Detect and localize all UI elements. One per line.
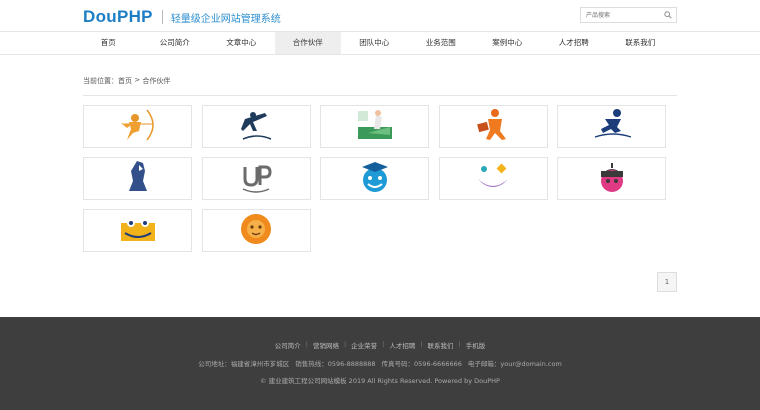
- footer-email: 电子邮箱：your@domain.com: [467, 360, 562, 368]
- footer-links: 公司简介 | 营销网络 | 企业荣誉 | 人才招聘 | 联系我们 | 手机版: [0, 340, 760, 350]
- partner-logo-card[interactable]: [201, 157, 311, 200]
- up-smile-icon: [231, 159, 281, 199]
- partner-logo-card[interactable]: [320, 157, 429, 200]
- blue-standing-figure-icon: [113, 159, 163, 199]
- nav-item[interactable]: 团队中心: [341, 32, 408, 54]
- breadcrumb-prefix: 当前位置：: [83, 77, 118, 85]
- footer-link[interactable]: 营销网络: [313, 340, 339, 350]
- nav-item[interactable]: 公司简介: [142, 32, 209, 54]
- footer-copyright: © 建业建筑工程公司网站模板 2019 All Rights Reserved.…: [260, 377, 500, 385]
- page-button[interactable]: 1: [657, 272, 677, 292]
- navy-sprinter-icon: [231, 107, 281, 147]
- footer-link[interactable]: 公司简介: [275, 340, 301, 350]
- footer-link[interactable]: 联系我们: [428, 340, 454, 350]
- partner-logo-card[interactable]: [83, 209, 192, 252]
- product-search: [580, 7, 677, 23]
- nav-item[interactable]: 案例中心: [474, 32, 541, 54]
- smiley-face-icon: [468, 159, 518, 199]
- footer-link[interactable]: 手机版: [466, 340, 486, 350]
- acorn-face-icon: [587, 159, 637, 199]
- nav-item[interactable]: 合作伙伴: [274, 32, 341, 54]
- breadcrumb-home-link[interactable]: 首页: [118, 76, 132, 86]
- site-logo[interactable]: DouPHP 轻量级企业网站管理系统: [83, 6, 281, 28]
- footer-link[interactable]: 企业荣誉: [351, 340, 377, 350]
- partner-logo-card[interactable]: [201, 105, 311, 148]
- footer-link-separator: |: [420, 340, 423, 348]
- footer-link[interactable]: 人才招聘: [389, 340, 415, 350]
- footer-address: 公司地址：福建省漳州市芗城区: [198, 360, 290, 368]
- blue-runner-icon: [587, 107, 637, 147]
- nav-item[interactable]: 业务范围: [408, 32, 475, 54]
- footer-contact: 公司地址：福建省漳州市芗城区 销售热线：0596-8888888 传真号码：05…: [0, 358, 760, 368]
- green-landscape-figure-icon: [350, 107, 400, 147]
- logo-wordmark: DouPHP: [83, 7, 153, 26]
- nav-item[interactable]: 文章中心: [208, 32, 275, 54]
- orange-runner-with-bag-icon: [468, 107, 518, 147]
- logo-divider: [161, 10, 163, 24]
- nav-item[interactable]: 人才招聘: [541, 32, 608, 54]
- partner-logo-card[interactable]: [438, 105, 548, 148]
- footer-link-separator: |: [382, 340, 385, 348]
- partner-logo-card[interactable]: [201, 209, 311, 252]
- search-input[interactable]: [581, 8, 661, 22]
- nav-item[interactable]: 首页: [75, 32, 142, 54]
- partner-logo-card[interactable]: [557, 157, 666, 200]
- breadcrumb-separator: >: [132, 76, 143, 84]
- breadcrumb-current: 合作伙伴: [142, 77, 171, 85]
- footer-fax: 传真号码：0596-6666666: [381, 360, 462, 368]
- footer-hotline: 销售热线：0596-8888888: [295, 360, 376, 368]
- graduate-smiley-icon: [350, 159, 400, 199]
- breadcrumb-divider: [83, 95, 677, 96]
- footer-link-separator: |: [343, 340, 347, 348]
- breadcrumb: 当前位置： 首页 > 合作伙伴: [83, 76, 170, 86]
- main-nav: 首页 公司简介 文章中心 合作伙伴 团队中心 业务范围 案例中心 人才招聘 联系我们: [0, 31, 760, 55]
- orange-archer-icon: [113, 107, 163, 147]
- site-header: DouPHP 轻量级企业网站管理系统: [0, 0, 760, 32]
- orange-lion-icon: [231, 211, 281, 251]
- nav-item[interactable]: 联系我们: [607, 32, 674, 54]
- partner-logo-card[interactable]: [83, 105, 192, 148]
- site-footer: 公司简介 | 营销网络 | 企业荣誉 | 人才招聘 | 联系我们 | 手机版 公司地址：福建省漳州市…: [0, 317, 760, 410]
- footer-link-separator: |: [305, 340, 308, 348]
- partner-logo-card[interactable]: [438, 157, 548, 200]
- site-tagline: 轻量级企业网站管理系统: [170, 13, 281, 25]
- partner-logo-card[interactable]: [83, 157, 192, 200]
- partner-logo-card[interactable]: [557, 105, 666, 148]
- yellow-smile-box-icon: [113, 211, 163, 251]
- partner-logo-card[interactable]: [320, 105, 429, 148]
- search-icon[interactable]: [661, 8, 675, 22]
- footer-link-separator: |: [458, 340, 461, 348]
